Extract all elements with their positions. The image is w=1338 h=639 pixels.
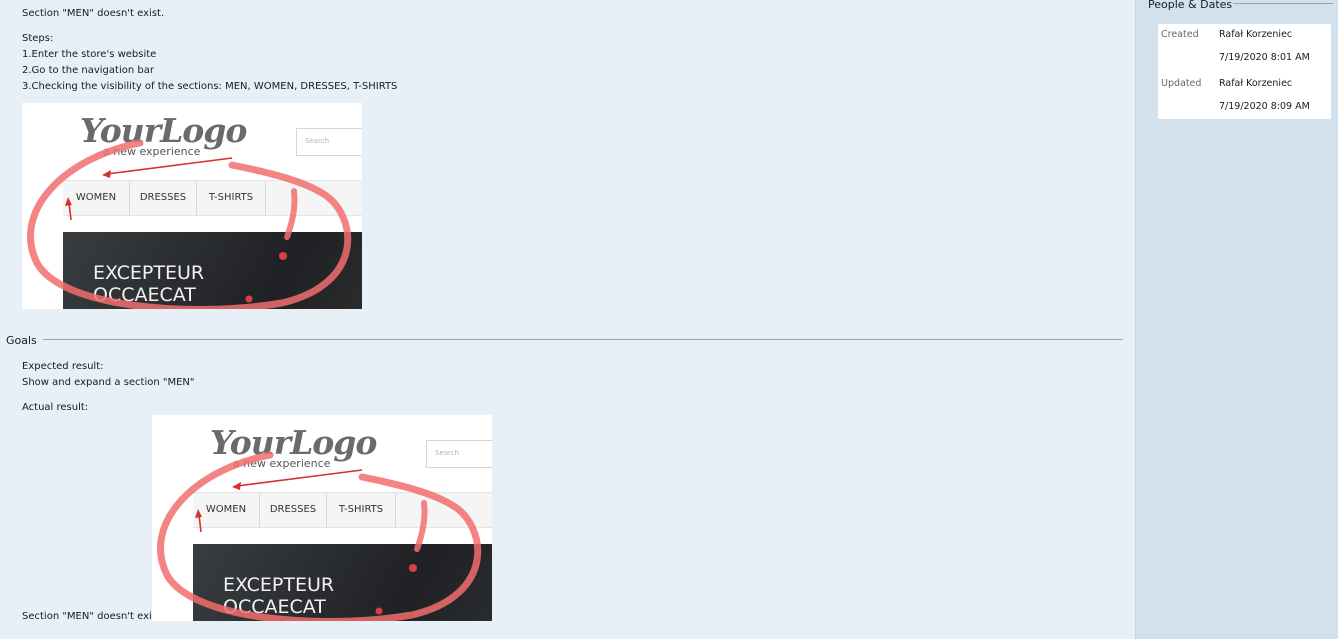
people-dates-header: People & Dates — [1148, 0, 1333, 12]
step-item: 3.Checking the visibility of the section… — [22, 81, 398, 92]
divider — [43, 339, 1123, 340]
people-dates-panel: People & Dates Created Rafał Korzeniec 7… — [1135, 0, 1338, 639]
people-dates-card: Created Rafał Korzeniec 7/19/2020 8:01 A… — [1158, 24, 1331, 119]
divider — [1233, 3, 1333, 4]
step-item: 1.Enter the store's website — [22, 49, 157, 60]
updated-date: 7/19/2020 8:09 AM — [1219, 101, 1310, 112]
annotation-overlay — [157, 451, 482, 621]
actual-text: Section "MEN" doesn't exist. — [22, 611, 165, 622]
steps-label: Steps: — [22, 33, 54, 44]
expected-text: Show and expand a section "MEN" — [22, 377, 195, 388]
attachment-image[interactable]: YourLogo a new experience Search WOMEN D… — [22, 103, 362, 309]
annotation-overlay — [27, 139, 352, 309]
created-label: Created — [1161, 29, 1199, 40]
goals-heading: Goals — [6, 334, 37, 347]
created-date: 7/19/2020 8:01 AM — [1219, 52, 1310, 63]
issue-main-panel: Section "MEN" doesn't exist. Steps: 1.En… — [0, 0, 1135, 639]
created-by-user[interactable]: Rafał Korzeniec — [1219, 29, 1292, 41]
updated-label: Updated — [1161, 78, 1202, 89]
attachment-image[interactable]: YourLogo a new experience Search WOMEN D… — [152, 415, 492, 621]
expected-label: Expected result: — [22, 361, 104, 372]
goals-section-header: Goals — [6, 333, 1123, 347]
actual-label: Actual result: — [22, 402, 89, 413]
step-item: 2.Go to the navigation bar — [22, 65, 154, 76]
updated-by-user[interactable]: Rafał Korzeniec — [1219, 78, 1292, 90]
description-intro: Section "MEN" doesn't exist. — [22, 8, 165, 19]
people-dates-heading: People & Dates — [1148, 0, 1233, 11]
